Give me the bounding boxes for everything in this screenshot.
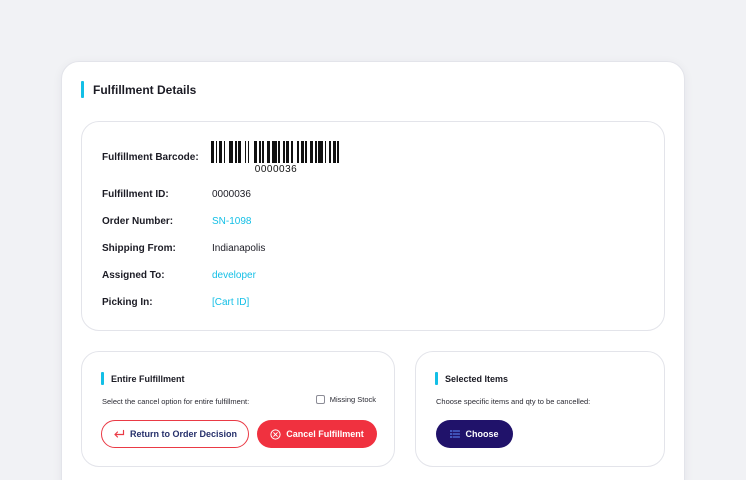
order-number-label: Order Number:	[102, 216, 174, 227]
barcode-label: Fulfillment Barcode:	[102, 152, 199, 163]
title-accent-bar	[81, 81, 84, 98]
field-row-assigned-to: Assigned To: developer	[102, 270, 256, 281]
barcode-bar	[339, 141, 341, 163]
details-card: Fulfillment Barcode: 0000036 Fulfillment…	[81, 121, 665, 331]
title-accent-bar	[435, 372, 438, 385]
return-arrow-icon	[113, 429, 125, 439]
barcode-value: 0000036	[254, 164, 298, 175]
order-number-link[interactable]: SN-1098	[212, 216, 251, 227]
barcode: 0000036	[211, 141, 341, 175]
cancel-button-label: Cancel Fulfillment	[286, 429, 364, 439]
entire-fulfillment-description: Select the cancel option for entire fulf…	[102, 397, 250, 406]
shipping-from-value: Indianapolis	[212, 243, 266, 254]
entire-fulfillment-title-text: Entire Fulfillment	[111, 373, 185, 384]
choose-button-label: Choose	[465, 429, 499, 439]
barcode-bars	[211, 141, 341, 163]
entire-fulfillment-card: Entire Fulfillment Select the cancel opt…	[81, 351, 395, 467]
shipping-from-label: Shipping From:	[102, 243, 176, 254]
list-icon	[450, 430, 461, 438]
field-row-shipping-from: Shipping From: Indianapolis	[102, 243, 265, 254]
barcode-row: Fulfillment Barcode:	[102, 152, 212, 163]
fulfillment-id-label: Fulfillment ID:	[102, 189, 169, 200]
entire-fulfillment-title: Entire Fulfillment	[101, 372, 185, 385]
page-title: Fulfillment Details	[81, 81, 196, 98]
page-title-text: Fulfillment Details	[93, 82, 197, 97]
return-button-label: Return to Order Decision	[129, 429, 237, 439]
fulfillment-id-value: 0000036	[212, 189, 251, 200]
selected-items-title-text: Selected Items	[445, 373, 509, 384]
selected-items-description: Choose specific items and qty to be canc…	[436, 397, 591, 406]
cancel-fulfillment-button[interactable]: Cancel Fulfillment	[257, 420, 377, 448]
return-to-order-decision-button[interactable]: Return to Order Decision	[101, 420, 249, 448]
field-row-order-number: Order Number: SN-1098	[102, 216, 251, 227]
cancel-circle-icon	[270, 428, 281, 440]
checkbox-icon[interactable]	[315, 395, 325, 404]
picking-in-label: Picking In:	[102, 297, 153, 308]
picking-in-link[interactable]: [Cart ID]	[212, 297, 249, 308]
title-accent-bar	[101, 372, 104, 385]
selected-items-card: Selected Items Choose specific items and…	[415, 351, 665, 467]
assigned-to-label: Assigned To:	[102, 270, 165, 281]
missing-stock-checkbox[interactable]: Missing Stock	[315, 395, 376, 404]
selected-items-title: Selected Items	[435, 372, 508, 385]
assigned-to-link[interactable]: developer	[212, 270, 256, 281]
field-row-picking-in: Picking In: [Cart ID]	[102, 297, 249, 308]
field-row-fulfillment-id: Fulfillment ID: 0000036	[102, 189, 251, 200]
choose-button[interactable]: Choose	[436, 420, 513, 448]
missing-stock-label: Missing Stock	[329, 395, 376, 404]
fulfillment-panel: Fulfillment Details Fulfillment Barcode:…	[61, 61, 685, 480]
